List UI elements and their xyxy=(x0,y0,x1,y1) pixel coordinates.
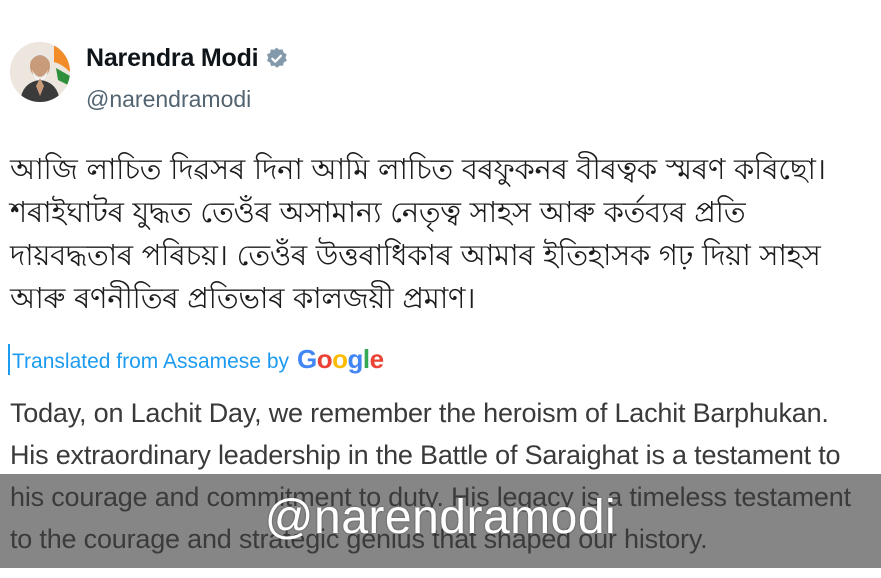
author-handle[interactable]: @narendramodi xyxy=(86,86,251,113)
post-original-text: আজি লাচিত দিৱসৰ দিনা আমি লাচিত বৰফুকনৰ ব… xyxy=(10,152,826,315)
post-card: Narendra Modi @narendramodi আজি লাচিত দি… xyxy=(0,0,881,578)
author-name-row: Narendra Modi xyxy=(86,44,289,73)
google-logo: Google xyxy=(297,344,384,374)
translation-attribution[interactable]: Translated from Assamese by Google xyxy=(8,344,384,375)
translated-from-label: Translated from Assamese by xyxy=(12,350,289,373)
verified-badge-icon[interactable] xyxy=(264,46,289,71)
author-display-name[interactable]: Narendra Modi xyxy=(86,44,259,73)
watermark-text: @narendramodi xyxy=(264,491,617,544)
avatar[interactable] xyxy=(10,42,70,102)
avatar-portrait-icon xyxy=(10,42,70,102)
